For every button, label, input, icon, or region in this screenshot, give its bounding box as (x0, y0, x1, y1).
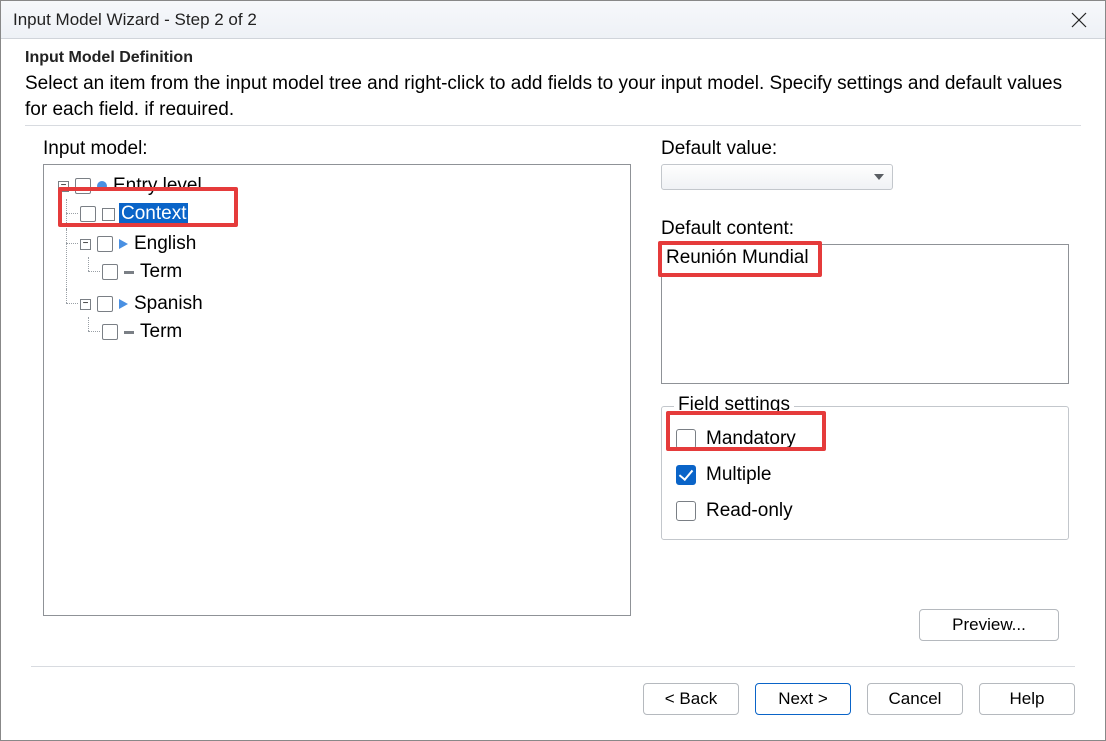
wizard-window: Input Model Wizard - Step 2 of 2 Input M… (0, 0, 1106, 741)
tree-label: Term (138, 321, 184, 343)
preview-button[interactable]: Preview... (919, 609, 1059, 641)
collapse-icon[interactable]: − (58, 181, 69, 192)
input-model-tree[interactable]: − Entry level Context (43, 164, 631, 616)
tree-node-spanish[interactable]: − Spanish (80, 291, 205, 317)
default-value-label: Default value: (661, 138, 1071, 160)
field-settings-legend: Field settings (674, 394, 794, 416)
checkbox-entry-level[interactable] (75, 178, 91, 194)
checkbox-context[interactable] (80, 206, 96, 222)
field-icon (102, 208, 115, 221)
tree: − Entry level Context (50, 171, 624, 351)
readonly-row[interactable]: Read-only (676, 493, 1054, 529)
tree-label: Term (138, 261, 184, 283)
field-settings-group: Field settings Mandatory Multiple Read-o… (661, 406, 1069, 540)
tree-label: Entry level (111, 175, 204, 197)
default-content-label: Default content: (661, 218, 1071, 240)
tree-node-spanish-term[interactable]: Term (102, 319, 184, 345)
term-icon (124, 271, 134, 274)
tree-node-context[interactable]: Context (80, 201, 188, 227)
mandatory-checkbox[interactable] (676, 429, 696, 449)
language-icon (119, 299, 128, 309)
cancel-button[interactable]: Cancel (867, 683, 963, 715)
next-button[interactable]: Next > (755, 683, 851, 715)
readonly-checkbox[interactable] (676, 501, 696, 521)
mandatory-label: Mandatory (706, 428, 796, 450)
checkbox-english-term[interactable] (102, 264, 118, 280)
checkbox-spanish[interactable] (97, 296, 113, 312)
multiple-row[interactable]: Multiple (676, 457, 1054, 493)
help-button[interactable]: Help (979, 683, 1075, 715)
default-content-value: Reunión Mundial (666, 247, 809, 269)
collapse-icon[interactable]: − (80, 299, 91, 310)
right-column: Default value: Default content: Reunión … (661, 138, 1071, 540)
header-section: Input Model Definition Select an item fr… (1, 39, 1105, 119)
checkbox-english[interactable] (97, 236, 113, 252)
term-icon (124, 331, 134, 334)
tree-label: Spanish (132, 293, 205, 315)
multiple-checkbox[interactable] (676, 465, 696, 485)
section-description: Select an item from the input model tree… (25, 71, 1081, 115)
close-button[interactable] (1065, 6, 1093, 34)
close-icon (1071, 12, 1087, 28)
section-title: Input Model Definition (25, 49, 1081, 67)
divider-bottom (31, 666, 1075, 667)
language-icon (119, 239, 128, 249)
tree-node-entry-level[interactable]: − Entry level (58, 173, 204, 199)
left-column: Input model: − Entry level (43, 138, 643, 616)
checkbox-spanish-term[interactable] (102, 324, 118, 340)
readonly-label: Read-only (706, 500, 793, 522)
button-bar: < Back Next > Cancel Help (643, 683, 1075, 715)
default-value-combo[interactable] (661, 164, 893, 190)
tree-node-english-term[interactable]: Term (102, 259, 184, 285)
multiple-label: Multiple (706, 464, 771, 486)
mandatory-row[interactable]: Mandatory (676, 421, 1054, 457)
back-button[interactable]: < Back (643, 683, 739, 715)
body-area: Input model: − Entry level (1, 126, 1105, 646)
preview-row: Preview... (919, 609, 1059, 641)
window-title: Input Model Wizard - Step 2 of 2 (13, 10, 257, 30)
entry-level-icon (97, 181, 107, 191)
default-content-input[interactable]: Reunión Mundial (661, 244, 1069, 384)
collapse-icon[interactable]: − (80, 239, 91, 250)
tree-label: Context (119, 203, 188, 225)
input-model-label: Input model: (43, 138, 643, 160)
titlebar: Input Model Wizard - Step 2 of 2 (1, 1, 1105, 39)
tree-label: English (132, 233, 198, 255)
tree-node-english[interactable]: − English (80, 231, 198, 257)
